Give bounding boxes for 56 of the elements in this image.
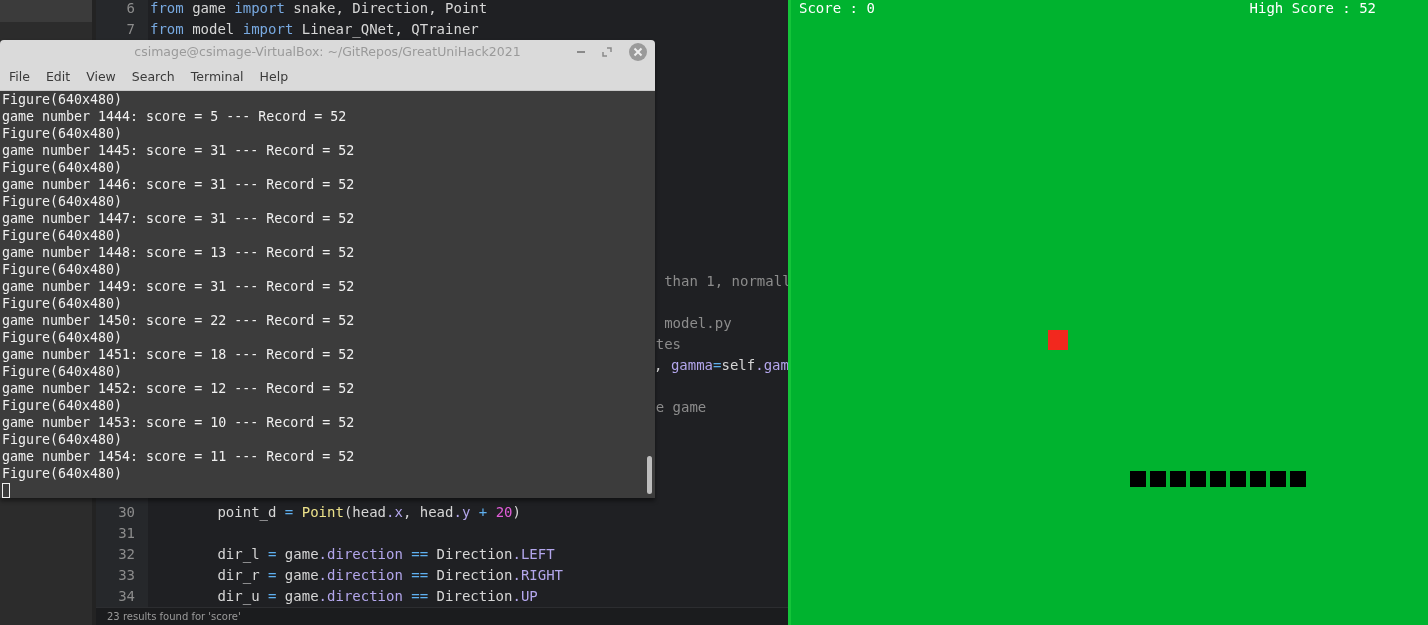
- code-line: from game import snake, Direction, Point: [149, 0, 488, 18]
- terminal-line: game number 1447: score = 31 --- Record = 52: [2, 210, 356, 227]
- code-fragment: model.py: [663, 314, 732, 333]
- line-number: 7: [126, 21, 135, 37]
- line-number: 34: [118, 588, 135, 604]
- terminal-line: game number 1454: score = 11 --- Record = 52: [2, 448, 356, 465]
- menu-item[interactable]: Terminal: [184, 67, 250, 87]
- code-line: from model import Linear_QNet, QTrainer: [149, 20, 479, 40]
- code-line: dir_l = game.direction == Direction.LEFT: [216, 545, 555, 565]
- close-icon[interactable]: [629, 43, 647, 61]
- code-fragment: , gamma=self.gam: [653, 356, 788, 375]
- restore-icon[interactable]: [602, 47, 612, 57]
- terminal-line: Figure(640x480): [2, 227, 124, 244]
- terminal-line: game number 1453: score = 10 --- Record = 52: [2, 414, 356, 431]
- code-line: point_d = Point(head.x, head.y + 20): [216, 503, 521, 523]
- line-number: 32: [118, 546, 135, 562]
- terminal-line: Figure(640x480): [2, 261, 124, 278]
- terminal-line: game number 1450: score = 22 --- Record = 52: [2, 312, 356, 329]
- terminal-line: game number 1449: score = 31 --- Record = 52: [2, 278, 356, 295]
- text-cursor: [2, 483, 10, 498]
- terminal-line: Figure(640x480): [2, 193, 124, 210]
- line-number: 30: [118, 504, 135, 520]
- menu-item[interactable]: File: [3, 67, 36, 87]
- terminal-line: game number 1448: score = 13 --- Record = 52: [2, 244, 356, 261]
- line-number: 31: [118, 525, 135, 541]
- menu-item[interactable]: Edit: [39, 67, 77, 87]
- terminal-line: game number 1445: score = 31 --- Record = 52: [2, 142, 356, 159]
- terminal-line: game number 1444: score = 5 --- Record = 52: [2, 108, 348, 125]
- code-line: dir_r = game.direction == Direction.RIGHT: [216, 566, 564, 586]
- terminal-line: Figure(640x480): [2, 465, 124, 482]
- line-number: 6: [126, 0, 135, 16]
- terminal-line: Figure(640x480): [2, 363, 124, 380]
- terminal-line: game number 1446: score = 31 --- Record = 52: [2, 176, 356, 193]
- menu-item[interactable]: Search: [125, 67, 181, 87]
- terminal-line: Figure(640x480): [2, 295, 124, 312]
- menu-item[interactable]: Help: [253, 67, 295, 87]
- terminal-line: game number 1451: score = 18 --- Record = 52: [2, 346, 356, 363]
- terminal-line: Figure(640x480): [2, 431, 124, 448]
- food-square: [1048, 330, 1068, 350]
- code-fragment: e game: [654, 398, 707, 417]
- code-line: dir_u = game.direction == Direction.UP: [216, 587, 538, 607]
- high-score-text: High Score : 52: [1249, 0, 1376, 16]
- window-title: csimage@csimage-VirtualBox: ~/GitRepos/GreatUniHack2021: [134, 44, 521, 60]
- terminal-line: Figure(640x480): [2, 125, 124, 142]
- terminal-line: Figure(640x480): [2, 91, 124, 108]
- scrollbar-thumb[interactable]: [647, 456, 652, 494]
- terminal-line: Figure(640x480): [2, 397, 124, 414]
- minimize-icon[interactable]: [577, 51, 585, 53]
- terminal-line: game number 1452: score = 12 --- Record = 52: [2, 380, 356, 397]
- code-fragment: tes: [654, 335, 681, 354]
- menu-item[interactable]: View: [80, 67, 122, 87]
- terminal-line: Figure(640x480): [2, 329, 124, 346]
- line-number: 33: [118, 567, 135, 583]
- score-text: Score : 0: [799, 0, 875, 16]
- search-results-text: 23 results found for 'score': [107, 611, 241, 622]
- terminal-line: Figure(640x480): [2, 159, 124, 176]
